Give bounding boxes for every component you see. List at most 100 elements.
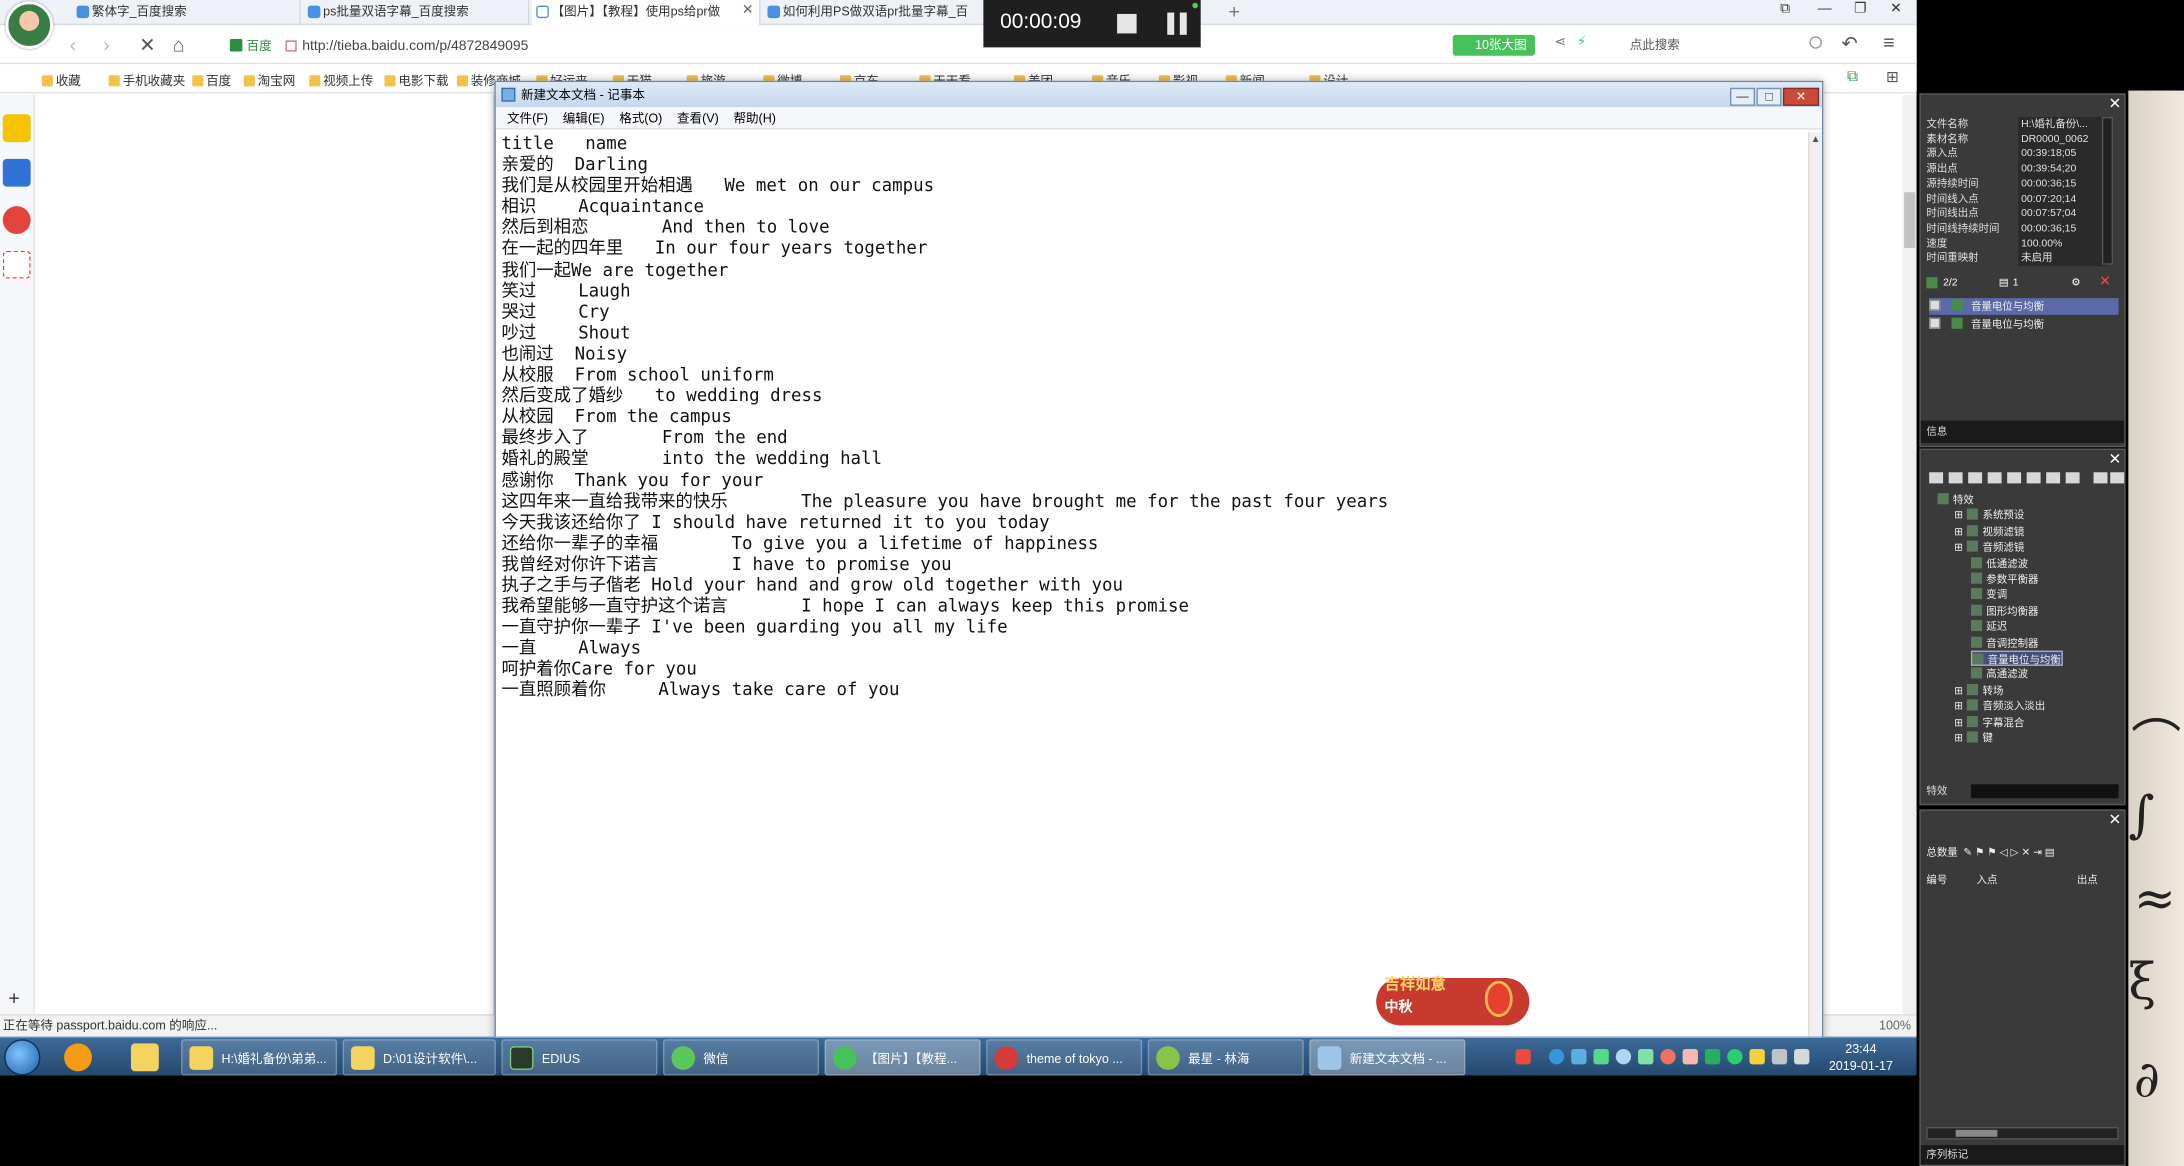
task-folder-design[interactable]: D:\01设计软件\... (342, 1039, 496, 1076)
task-browser[interactable]: 【图片】【教程... (824, 1039, 981, 1076)
effects-tree-item[interactable]: 音量电位与均衡 (1970, 650, 2063, 667)
bookmark-item[interactable]: 视频上传 (309, 71, 373, 89)
share-icon[interactable]: ⋖ (1554, 35, 1566, 50)
bookmark-item[interactable]: 电影下载 (384, 71, 448, 89)
apps-grid-icon[interactable]: ⊞ (1886, 68, 1899, 87)
task-wechat[interactable]: 微信 (663, 1039, 820, 1076)
maximize-button[interactable]: ❐ (1854, 1, 1866, 16)
undo-icon[interactable]: ↶ (1841, 32, 1857, 56)
effects-tree-item[interactable]: 低通滤波 (1970, 555, 2028, 571)
page-scrollbar[interactable] (1902, 94, 1917, 1015)
browser-launch-icon[interactable] (64, 1043, 92, 1072)
forward-button[interactable]: › (103, 33, 110, 55)
toolbar-icon[interactable] (1987, 472, 2002, 484)
marker-hscroll[interactable] (1926, 1127, 2119, 1140)
tab-traditional-search[interactable]: 繁体字_百度搜索 (72, 0, 301, 26)
close-tab-icon[interactable]: ✕ (742, 0, 754, 22)
fx-settings-icon[interactable]: ⚙ (2071, 273, 2080, 293)
tab-ps-subtitle-search[interactable]: ps批量双语字幕_百度搜索 (304, 0, 530, 26)
effects-tree-item[interactable]: 特效 (1937, 492, 1974, 508)
notepad-titlebar[interactable]: 新建文本文档 - 记事本 — □ ✕ (495, 82, 1822, 108)
toolbar-icon[interactable] (2065, 472, 2080, 484)
home-icon[interactable]: ⌂ (173, 33, 185, 55)
effects-tree-item[interactable]: 延迟 (1970, 619, 2007, 635)
property-value[interactable]: 00:39:54;20 (2018, 161, 2108, 177)
effects-tree-item[interactable]: 音调控制器 (1970, 635, 2039, 651)
menu-file[interactable]: 文件(F) (507, 107, 548, 129)
volume-icon[interactable] (1682, 1049, 1698, 1065)
property-value[interactable]: 未启用 (2018, 251, 2108, 267)
expand-icon[interactable]: ⊞ (1954, 525, 1963, 538)
effects-tree-item[interactable]: 图形均衡器 (1970, 603, 2039, 619)
tab-tieba-tutorial[interactable]: 【图片】【教程】使用ps给pr做 ✕ (532, 0, 761, 26)
notepad-text-area[interactable]: title name 亲爱的 Darling 我们是从校园里开始相遇 We met … (501, 132, 1796, 1038)
stop-icon[interactable] (1117, 13, 1137, 34)
menu-format[interactable]: 格式(O) (619, 107, 662, 129)
toolbar-icon[interactable] (1948, 472, 1963, 484)
scroll-up-icon[interactable]: ▲ (1811, 135, 1821, 145)
effects-search-field[interactable] (1970, 784, 2119, 799)
checkbox[interactable] (1929, 317, 1941, 329)
tray-app-icon[interactable] (1593, 1049, 1609, 1065)
search-input[interactable]: 点此搜索 (1630, 33, 1825, 57)
bookmark-item[interactable]: 手机收藏夹 (109, 71, 186, 89)
mail-icon[interactable] (2, 250, 31, 279)
user-avatar[interactable] (5, 1, 53, 49)
menu-view[interactable]: 查看(V) (677, 107, 719, 129)
menu-edit[interactable]: 编辑(E) (563, 107, 605, 129)
zoom-level[interactable]: 100% (1879, 1016, 1911, 1037)
lightning-icon[interactable]: ⚡ (1577, 35, 1587, 50)
effects-tree-item[interactable]: ⊞ 字幕混合 (1954, 714, 2024, 730)
stop-loading-icon[interactable]: ✕ (139, 33, 155, 57)
clock[interactable]: 23:44 2019-01-17 (1819, 1041, 1903, 1074)
tray-app-icon[interactable] (1548, 1049, 1565, 1065)
property-value[interactable]: 00:00:36;15 (2018, 221, 2108, 237)
tray-app-icon[interactable] (1660, 1049, 1676, 1065)
close-window-button[interactable]: ✕ (1890, 1, 1902, 16)
toolbar-icon[interactable] (2093, 472, 2108, 484)
bookmark-item[interactable]: 收藏 (42, 71, 81, 89)
task-folder-wedding[interactable]: H:\婚礼备份\弟弟... (181, 1039, 338, 1076)
effects-tree-item[interactable]: ⊞ 音频淡入淡出 (1954, 698, 2045, 714)
property-value[interactable]: 00:07:20;14 (2018, 191, 2108, 207)
image-promo-badge[interactable]: 10张大图 (1452, 34, 1535, 56)
network-icon[interactable] (1771, 1049, 1788, 1065)
minimize-button[interactable]: — (1729, 87, 1756, 106)
toolbar-icon[interactable] (2110, 472, 2125, 484)
marker-tab[interactable]: 序列标记 (1920, 1145, 2125, 1165)
property-value[interactable]: H:\婚礼备份\... (2018, 117, 2108, 132)
close-icon[interactable]: ✕ (2109, 95, 2122, 113)
expand-icon[interactable]: ⊞ (1954, 541, 1963, 554)
folder-launch-icon[interactable] (130, 1043, 159, 1072)
tab-ps-bilingual-2[interactable] (1201, 0, 1221, 25)
expand-icon[interactable]: ⊞ (1954, 684, 1963, 697)
toolbar-icon[interactable] (2007, 472, 2022, 484)
fx-toggle-icon[interactable] (1926, 277, 1938, 289)
property-value[interactable]: 00:39:18;05 (2018, 146, 2108, 162)
notepad-scrollbar[interactable]: ▲ (1807, 132, 1822, 1038)
fx-item[interactable]: 音量电位与均衡 (1929, 316, 2118, 333)
start-button[interactable] (4, 1039, 41, 1076)
toolbar-icon[interactable] (2026, 472, 2041, 484)
favorites-star-icon[interactable] (2, 114, 31, 143)
property-value[interactable]: 00:07:57;04 (2018, 206, 2108, 222)
effects-tree-item[interactable]: ⊞ 视频滤镜 (1954, 524, 2024, 540)
minimize-button[interactable]: — (1818, 1, 1832, 16)
bookmark-item[interactable]: 百度 (192, 71, 231, 89)
properties-scrollbar[interactable] (2101, 117, 2114, 265)
pause-icon[interactable] (1167, 12, 1189, 35)
effects-tree-item[interactable]: ⊞ 系统预设 (1954, 508, 2024, 524)
effects-tree-item[interactable]: 变调 (1970, 587, 2007, 603)
fx-item[interactable]: 音量电位与均衡 (1929, 298, 2119, 315)
speaker-icon[interactable] (1794, 1049, 1810, 1065)
tray-app-icon[interactable] (1704, 1049, 1721, 1065)
reading-list-icon[interactable] (2, 158, 31, 187)
effects-tree-item[interactable]: 高通滤波 (1970, 666, 2028, 682)
bookmark-item[interactable]: 淘宝网 (244, 71, 296, 89)
tray-app-icon[interactable] (1571, 1049, 1587, 1065)
maximize-button[interactable]: □ (1756, 87, 1782, 106)
expand-icon[interactable]: ⊞ (1954, 715, 1963, 728)
effects-tree-item[interactable]: ⊞ 转场 (1954, 682, 2003, 698)
back-button[interactable]: ‹ (70, 33, 77, 55)
task-edius[interactable]: EDIUS (501, 1039, 658, 1076)
